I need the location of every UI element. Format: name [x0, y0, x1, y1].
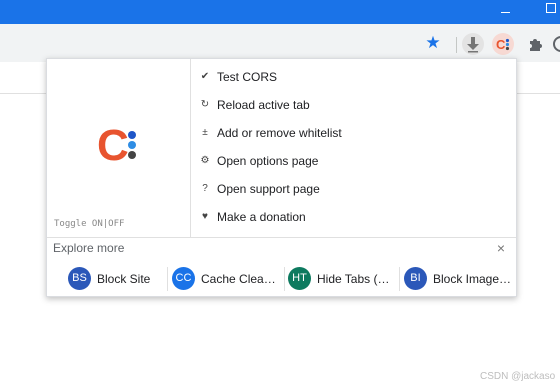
cors-logo-letter: C [97, 121, 129, 170]
minimize-button[interactable] [494, 2, 516, 26]
profile-icon[interactable] [553, 36, 560, 52]
menu-item-support[interactable]: ? Open support page [190, 175, 516, 203]
close-icon[interactable]: × [494, 241, 508, 255]
puzzle-icon [530, 39, 542, 51]
menu-item-whitelist[interactable]: ± Add or remove whitelist [190, 119, 516, 147]
extension-badge: BI [404, 267, 427, 290]
extension-name: Block Site [97, 272, 151, 286]
question-icon: ? [202, 183, 208, 194]
extension-badge: BS [68, 267, 91, 290]
address-bar[interactable] [0, 28, 452, 58]
explore-more-title: Explore more [53, 241, 125, 255]
extensions-puzzle-icon[interactable] [524, 33, 546, 55]
menu-item-label: Reload active tab [217, 98, 310, 112]
extension-badge: HT [288, 267, 311, 290]
logo-dot-top [128, 131, 136, 139]
menu-item-label: Add or remove whitelist [217, 126, 342, 140]
minimize-icon [500, 12, 510, 13]
extension-badge: CC [172, 267, 195, 290]
watermark-text: CSDN @jackaso [480, 371, 556, 382]
menu-item-label: Open support page [217, 182, 320, 196]
menu-item-label: Test CORS [217, 70, 278, 84]
suggested-extension-block-image[interactable]: BI Block Image… [404, 265, 512, 295]
logo-dot-middle [128, 141, 136, 149]
explore-divider [47, 237, 516, 238]
menu-item-donation[interactable]: ♥ Make a donation [190, 203, 516, 231]
extension-popup: C Toggle ON|OFF ✔ Test CORS ↻ Reload act… [46, 58, 517, 297]
svg-text:C: C [496, 37, 506, 52]
extension-divider [167, 267, 168, 291]
suggested-extension-cache-cleaner[interactable]: CC Cache Clea… [172, 265, 280, 295]
cors-extension-icon[interactable]: C [492, 33, 514, 55]
maximize-button[interactable] [540, 2, 560, 26]
suggested-extension-hide-tabs[interactable]: HT Hide Tabs (… [288, 265, 396, 295]
bookmark-star-icon[interactable]: ★ [424, 34, 442, 52]
plus-minus-icon: ± [202, 127, 208, 138]
toggle-label[interactable]: Toggle ON|OFF [54, 219, 124, 229]
extension-divider [284, 267, 285, 291]
window-titlebar [0, 0, 560, 24]
download-icon[interactable] [462, 33, 484, 55]
menu-item-reload-active-tab[interactable]: ↻ Reload active tab [190, 91, 516, 119]
menu-item-label: Open options page [217, 154, 319, 168]
maximize-icon [546, 3, 556, 13]
cors-logo-dots-icon [128, 131, 138, 165]
reload-icon: ↻ [200, 99, 210, 110]
extension-divider [399, 267, 400, 291]
browser-toolbar: ★ C [0, 24, 560, 62]
toggle-panel[interactable]: C Toggle ON|OFF [47, 59, 191, 237]
heart-icon: ♥ [202, 211, 208, 222]
check-icon: ✔ [200, 71, 210, 82]
profile-edge-icon [553, 36, 560, 52]
download-arrow-icon [467, 37, 479, 53]
toolbar-divider [456, 37, 457, 53]
suggested-extension-block-site[interactable]: BS Block Site [68, 265, 164, 295]
extension-name: Cache Clea… [201, 272, 276, 286]
menu-item-label: Make a donation [217, 210, 306, 224]
extension-name: Block Image… [433, 272, 512, 286]
gear-icon: ⚙ [200, 155, 210, 166]
logo-dot-bottom [128, 151, 136, 159]
extension-name: Hide Tabs (… [317, 272, 390, 286]
menu-item-options[interactable]: ⚙ Open options page [190, 147, 516, 175]
menu-item-test-cors[interactable]: ✔ Test CORS [190, 63, 516, 91]
cors-logo-icon: C [496, 37, 510, 52]
